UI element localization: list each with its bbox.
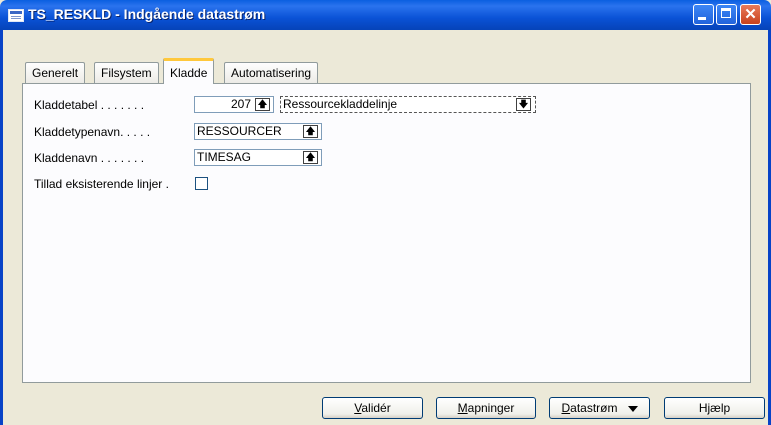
kladdetabel-value: 207 xyxy=(230,97,251,111)
mapninger-post: apninger xyxy=(467,401,515,415)
kladdetypenavn-label: Kladdetypenavn. . . . . xyxy=(34,125,151,139)
form-icon xyxy=(8,9,24,22)
kladdetypenavn-value: RESSOURCER xyxy=(197,124,282,138)
valider-post: alidér xyxy=(361,401,391,415)
up-arrow-icon[interactable]: 🡅 xyxy=(255,98,270,111)
close-button[interactable]: ✕ xyxy=(740,4,761,25)
title-bar: TS_RESKLD - Indgående datastrøm ✕ xyxy=(0,0,771,30)
kladdenavn-label: Kladdenavn . . . . . . . xyxy=(34,151,145,165)
tab-kladde[interactable]: Kladde xyxy=(163,58,215,84)
tillad-label: Tillad eksisterende linjer . xyxy=(34,177,169,191)
close-icon: ✕ xyxy=(744,6,757,23)
maximize-button[interactable] xyxy=(716,4,737,25)
tab-automatisering[interactable]: Automatisering xyxy=(224,62,319,83)
window-title: TS_RESKLD - Indgående datastrøm xyxy=(28,6,266,22)
tillad-checkbox[interactable] xyxy=(195,177,208,190)
mapninger-mnemonic: M xyxy=(457,401,468,415)
kladdenavn-value: TIMESAG xyxy=(197,150,252,164)
up-arrow-icon[interactable]: 🡅 xyxy=(303,151,318,164)
up-arrow-icon[interactable]: 🡅 xyxy=(303,125,318,138)
datastrom-mnemonic: D xyxy=(561,401,571,415)
tab-filsystem[interactable]: Filsystem xyxy=(94,62,159,83)
down-arrow-icon[interactable]: 🡇 xyxy=(516,98,531,111)
kladdetabel-label: Kladdetabel . . . . . . . xyxy=(34,98,145,112)
hjaelp-button[interactable]: Hjælp xyxy=(664,397,765,419)
minimize-button[interactable] xyxy=(693,4,714,25)
chevron-down-icon xyxy=(627,405,638,412)
kladdetabel-description-text: Ressourcekladdelinje xyxy=(283,97,398,111)
mapninger-button[interactable]: Mapninger xyxy=(436,397,536,419)
datastrom-button[interactable]: Datastrøm xyxy=(549,397,650,419)
valider-button[interactable]: Validér xyxy=(322,397,423,419)
tab-generelt[interactable]: Generelt xyxy=(25,62,86,83)
datastrom-post: atastrøm xyxy=(570,401,618,415)
hjaelp-label: Hjælp xyxy=(698,401,731,415)
kladdetabel-description: Ressourcekladdelinje xyxy=(280,96,536,113)
